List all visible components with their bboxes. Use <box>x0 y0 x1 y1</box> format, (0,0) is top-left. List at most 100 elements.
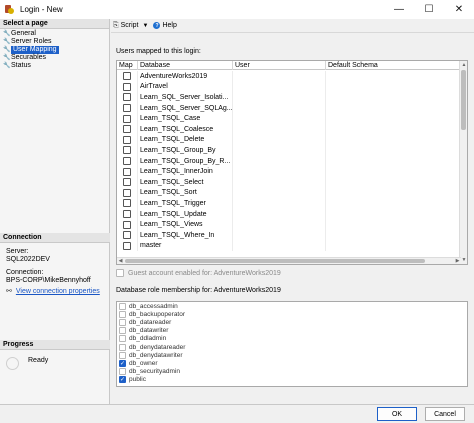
role-item-db-datawriter[interactable]: db_datawriter <box>117 327 467 335</box>
role-item-db-denydatareader[interactable]: db_denydatareader <box>117 343 467 351</box>
map-checkbox[interactable] <box>123 220 131 229</box>
page-item-securables[interactable]: 🔧 Securables <box>2 54 109 62</box>
map-checkbox[interactable] <box>123 157 131 166</box>
default-schema-cell[interactable] <box>326 208 461 220</box>
table-row[interactable]: Learn_TSQL_Sort <box>117 187 461 199</box>
column-header-user[interactable]: User <box>233 61 326 70</box>
role-checkbox[interactable] <box>119 327 126 335</box>
default-schema-cell[interactable] <box>326 176 461 188</box>
page-item-server-roles[interactable]: 🔧 Server Roles <box>2 38 109 46</box>
map-checkbox[interactable] <box>123 199 131 208</box>
map-checkbox[interactable] <box>123 167 131 176</box>
table-row[interactable]: master <box>117 240 461 252</box>
table-row[interactable]: AdventureWorks2019 <box>117 71 461 82</box>
role-checkbox[interactable] <box>119 310 126 318</box>
table-row[interactable]: Learn_TSQL_Delete <box>117 134 461 146</box>
help-button[interactable]: ? Help <box>153 22 177 29</box>
user-cell[interactable] <box>233 155 326 167</box>
maximize-button[interactable]: ☐ <box>414 0 444 19</box>
role-checkbox[interactable] <box>119 351 126 359</box>
default-schema-cell[interactable] <box>326 198 461 209</box>
table-row[interactable]: Learn_TSQL_Group_By_R... <box>117 155 461 167</box>
default-schema-cell[interactable] <box>326 134 461 146</box>
role-checkbox[interactable] <box>119 318 126 326</box>
user-cell[interactable] <box>233 134 326 146</box>
view-connection-properties-link[interactable]: View connection properties <box>16 288 100 296</box>
column-header-database[interactable]: Database <box>138 61 233 70</box>
table-row[interactable]: Learn_TSQL_Trigger <box>117 198 461 209</box>
horizontal-scrollbar[interactable]: ◀ ▶ <box>117 257 461 264</box>
role-checkbox[interactable]: ✓ <box>119 359 126 367</box>
role-item-public[interactable]: ✓ public <box>117 376 467 384</box>
column-header-map[interactable]: Map <box>117 61 138 70</box>
page-item-general[interactable]: 🔧 General <box>2 30 109 38</box>
script-button[interactable]: ⎘ Script ▼ <box>113 22 148 30</box>
map-checkbox[interactable] <box>123 82 131 91</box>
role-item-db-datareader[interactable]: db_datareader <box>117 318 467 326</box>
hscroll-thumb[interactable] <box>125 259 425 263</box>
table-row[interactable]: Learn_TSQL_InnerJoin <box>117 166 461 177</box>
default-schema-cell[interactable] <box>326 219 461 230</box>
role-checkbox[interactable] <box>119 368 126 376</box>
table-row[interactable]: Learn_TSQL_Select <box>117 176 461 188</box>
table-row[interactable]: Learn_TSQL_Case <box>117 113 461 124</box>
map-checkbox[interactable] <box>123 188 131 197</box>
role-item-db-owner[interactable]: ✓ db_owner <box>117 359 467 367</box>
default-schema-cell[interactable] <box>326 166 461 177</box>
map-checkbox[interactable] <box>123 114 131 123</box>
default-schema-cell[interactable] <box>326 71 461 82</box>
user-cell[interactable] <box>233 208 326 220</box>
role-item-db-denydatawriter[interactable]: db_denydatawriter <box>117 351 467 359</box>
user-cell[interactable] <box>233 229 326 241</box>
user-cell[interactable] <box>233 123 326 135</box>
user-cell[interactable] <box>233 198 326 209</box>
default-schema-cell[interactable] <box>326 102 461 114</box>
map-checkbox[interactable] <box>123 210 131 219</box>
table-row[interactable]: Learn_SQL_Server_Isolati... <box>117 92 461 103</box>
default-schema-cell[interactable] <box>326 81 461 93</box>
role-checkbox[interactable] <box>119 302 126 310</box>
user-cell[interactable] <box>233 145 326 156</box>
cancel-button[interactable]: Cancel <box>425 407 465 421</box>
role-item-db-securityadmin[interactable]: db_securityadmin <box>117 368 467 376</box>
map-checkbox[interactable] <box>123 146 131 155</box>
user-cell[interactable] <box>233 92 326 103</box>
user-cell[interactable] <box>233 176 326 188</box>
page-item-status[interactable]: 🔧 Status <box>2 62 109 70</box>
table-row[interactable]: AirTravel <box>117 81 461 93</box>
table-row[interactable]: Learn_TSQL_Group_By <box>117 145 461 156</box>
users-mapped-grid[interactable]: Map Database User Default Schema Adventu… <box>116 60 468 265</box>
role-item-db-accessadmin[interactable]: db_accessadmin <box>117 302 467 310</box>
scroll-up-icon[interactable]: ▲ <box>460 61 467 69</box>
user-cell[interactable] <box>233 166 326 177</box>
map-checkbox[interactable] <box>123 104 131 113</box>
minimize-button[interactable]: — <box>384 0 414 19</box>
role-item-db-ddladmin[interactable]: db_ddladmin <box>117 335 467 343</box>
map-checkbox[interactable] <box>123 135 131 144</box>
table-row[interactable]: Learn_TSQL_Coalesce <box>117 123 461 135</box>
table-row[interactable]: Learn_SQL_Server_SQLAg... <box>117 102 461 114</box>
default-schema-cell[interactable] <box>326 155 461 167</box>
scroll-left-icon[interactable]: ◀ <box>117 258 124 264</box>
column-header-default-schema[interactable]: Default Schema <box>326 61 461 70</box>
user-cell[interactable] <box>233 71 326 82</box>
user-cell[interactable] <box>233 187 326 199</box>
user-cell[interactable] <box>233 219 326 230</box>
vertical-scrollbar[interactable]: ▲ ▼ <box>459 61 467 264</box>
user-cell[interactable] <box>233 113 326 124</box>
map-checkbox[interactable] <box>123 125 131 134</box>
default-schema-cell[interactable] <box>326 240 461 252</box>
ok-button[interactable]: OK <box>377 407 417 421</box>
table-row[interactable]: Learn_TSQL_Update <box>117 208 461 220</box>
default-schema-cell[interactable] <box>326 229 461 241</box>
role-checkbox[interactable] <box>119 335 126 343</box>
role-checkbox[interactable]: ✓ <box>119 376 126 384</box>
role-checkbox[interactable] <box>119 343 126 351</box>
user-cell[interactable] <box>233 102 326 114</box>
scroll-down-icon[interactable]: ▼ <box>460 256 467 264</box>
chevron-down-icon[interactable]: ▼ <box>143 23 149 29</box>
table-row[interactable]: Learn_TSQL_Views <box>117 219 461 230</box>
default-schema-cell[interactable] <box>326 145 461 156</box>
default-schema-cell[interactable] <box>326 92 461 103</box>
map-checkbox[interactable] <box>123 72 131 81</box>
